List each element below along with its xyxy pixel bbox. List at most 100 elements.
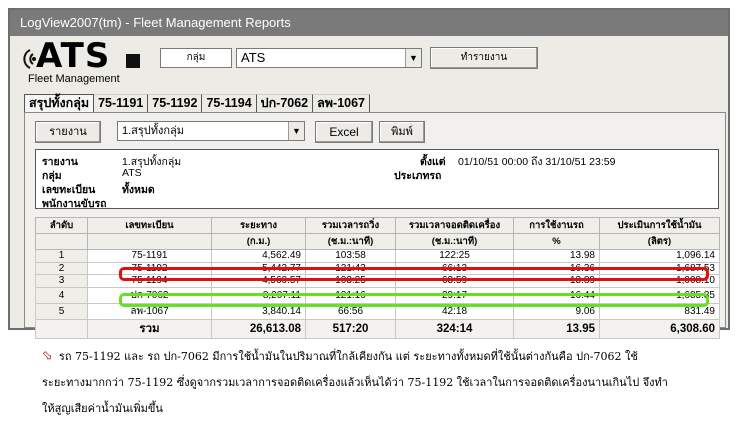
ats-logo: ATS Fleet Management [16, 36, 156, 86]
note-line: ให้สูญเสียค่าน้ำมันเพิ่มขึ้น [42, 402, 163, 415]
col-header[interactable]: รวมเวลาจอดติดเครื่อง [395, 217, 514, 234]
table-cell: 103:58 [305, 249, 396, 263]
table-cell: ปก-7062 [87, 286, 212, 304]
table-cell: 3,840.14 [211, 302, 306, 320]
tab-vehicle[interactable]: 75-1192 [148, 94, 203, 112]
col-header[interactable]: การใช้งานรถ [513, 217, 600, 234]
table-cell: 103:25 [305, 274, 396, 288]
note-text: รถ 75-1192 และ รถ ปก-7062 มีการใช้น้ำมัน… [58, 350, 638, 363]
logo-subtext: Fleet Management [28, 73, 120, 85]
table-cell: 8,207.11 [211, 286, 306, 304]
col-header[interactable]: ลำดับ [35, 217, 88, 234]
table-cell: 831.49 [599, 302, 720, 320]
table-cell: 5 [35, 302, 88, 320]
table-cell: 63:59 [395, 274, 514, 288]
note-line: ระยะทางมากกว่า 75-1192 ซึ่งดูจากรวมเวลาก… [42, 376, 668, 389]
table-cell: 1 [35, 249, 88, 263]
unit-header [35, 233, 88, 250]
analysis-note: ⬂ รถ 75-1192 และ รถ ปก-7062 มีการใช้น้ำมั… [42, 344, 732, 421]
table-cell: 121:16 [305, 286, 396, 304]
arrow-icon: ⬂ [42, 349, 53, 364]
note-line: ⬂ รถ 75-1192 และ รถ ปก-7062 มีการใช้น้ำมั… [42, 344, 732, 370]
total-cell: 324:14 [395, 318, 514, 339]
unit-header: (ก.ม.) [211, 233, 306, 250]
table-row[interactable]: 5 ลพ-1067 3,840.14 66:56 42:18 9.06 831.49 [35, 302, 720, 320]
table-cell: 2 [35, 261, 88, 275]
table-row[interactable]: 2 75-1192 5,442.77 121:43 66:13 16.36 1,687.53 [35, 261, 720, 275]
info-group-value: ATS [122, 167, 142, 179]
table-cell: 4 [35, 286, 88, 304]
total-cell: 26,613.08 [211, 318, 306, 339]
table-cell: 75-1191 [87, 249, 212, 263]
table-cell: 66:13 [395, 261, 514, 275]
info-since-value: 01/10/51 00:00 ถึง 31/10/51 23:59 [458, 156, 616, 168]
app-window: LogView2007(tm) - Fleet Management Repor… [8, 8, 730, 339]
total-cell [35, 318, 88, 339]
total-cell: รวม [87, 318, 212, 339]
col-header[interactable]: รวมเวลารถวิ่ง [305, 217, 396, 234]
report-select[interactable]: 1.สรุปทั้งกลุ่ม ▼ [117, 121, 305, 141]
run-report-button[interactable]: ทำรายงาน [430, 47, 538, 69]
table-cell: 16.36 [513, 261, 600, 275]
unit-header: (ช.ม.:นาที) [305, 233, 396, 250]
table-units-row: (ก.ม.) (ช.ม.:นาที) (ช.ม.:นาที) % (ลิตร) [35, 233, 720, 250]
info-plate-value: ทั้งหมด [122, 184, 155, 196]
table-header-row: ลำดับ เลขทะเบียน ระยะทาง รวมเวลารถวิ่ง ร… [35, 217, 720, 234]
table-cell: 66:56 [305, 302, 396, 320]
logo-text: ATS [36, 36, 111, 76]
col-header[interactable]: ระยะทาง [211, 217, 306, 234]
group-label: กลุ่ม [160, 48, 232, 68]
print-button[interactable]: พิมพ์ [379, 121, 425, 143]
report-info-box: รายงาน 1.สรุปทั้งกลุ่ม กลุ่ม ATS เลขทะเบ… [35, 149, 719, 210]
table-cell: 122:25 [395, 249, 514, 263]
unit-header: (ลิตร) [599, 233, 720, 250]
table-total-row: รวม 26,613.08 517:20 324:14 13.95 6,308.60 [35, 318, 720, 339]
toolbar: ATS Fleet Management กลุ่ม ATS ▼ ทำรายงา… [10, 36, 728, 88]
signal-icon [23, 49, 36, 69]
tab-vehicle[interactable]: 75-1191 [94, 94, 149, 112]
table-cell: 9.06 [513, 302, 600, 320]
tab-summary[interactable]: สรุปทั้งกลุ่ม [24, 94, 95, 112]
table-row[interactable]: 4 ปก-7062 8,207.11 121:16 29:17 16.44 1,685.35 [35, 286, 720, 304]
window-title: LogView2007(tm) - Fleet Management Repor… [10, 10, 728, 36]
table-cell: 1,687.53 [599, 261, 720, 275]
table-cell: 29:17 [395, 286, 514, 304]
table-cell: ลพ-1067 [87, 302, 212, 320]
summary-table: ลำดับ เลขทะเบียน ระยะทาง รวมเวลารถวิ่ง ร… [35, 217, 720, 339]
total-cell: 6,308.60 [599, 318, 720, 339]
info-vehicle-type-label: ประเภทรถ [394, 170, 442, 182]
chevron-down-icon[interactable]: ▼ [405, 49, 421, 67]
table-cell: 13.98 [513, 249, 600, 263]
unit-header: (ช.ม.:นาที) [395, 233, 514, 250]
tab-vehicle[interactable]: ลพ-1067 [313, 94, 371, 112]
excel-button[interactable]: Excel [315, 121, 373, 143]
report-select-value: 1.สรุปทั้งกลุ่ม [122, 125, 185, 137]
total-cell: 13.95 [513, 318, 600, 339]
total-cell: 517:20 [305, 318, 396, 339]
table-cell: 3 [35, 274, 88, 288]
tab-vehicle[interactable]: 75-1194 [202, 94, 257, 112]
chevron-down-icon[interactable]: ▼ [288, 122, 304, 140]
table-cell: 1,008.10 [599, 274, 720, 288]
logo-square [126, 54, 140, 68]
table-cell: 1,096.14 [599, 249, 720, 263]
table-cell: 1,685.35 [599, 286, 720, 304]
table-cell: 75-1194 [87, 274, 212, 288]
group-select[interactable]: ATS ▼ [236, 48, 422, 68]
table-cell: 42:18 [395, 302, 514, 320]
col-header[interactable]: เลขทะเบียน [87, 217, 212, 234]
info-driver-label: พนักงานขับรถ [42, 198, 107, 210]
table-cell: 4,562.49 [211, 249, 306, 263]
report-label-button: รายงาน [35, 121, 101, 143]
unit-header [87, 233, 212, 250]
table-row[interactable]: 1 75-1191 4,562.49 103:58 122:25 13.98 1,096.1… [35, 249, 720, 263]
report-panel: รายงาน 1.สรุปทั้งกลุ่ม ▼ Excel พิมพ์ ราย… [24, 112, 726, 339]
table-cell: 16.44 [513, 286, 600, 304]
col-header[interactable]: ประเมินการใช้น้ำมัน [599, 217, 720, 234]
table-cell: 75-1192 [87, 261, 212, 275]
table-row[interactable]: 3 75-1194 4,560.57 103:25 63:59 13.89 1,008.10 [35, 274, 720, 288]
table-cell: 121:43 [305, 261, 396, 275]
group-select-value: ATS [241, 50, 266, 65]
table-cell: 13.89 [513, 274, 600, 288]
tab-vehicle[interactable]: ปก-7062 [256, 94, 314, 112]
